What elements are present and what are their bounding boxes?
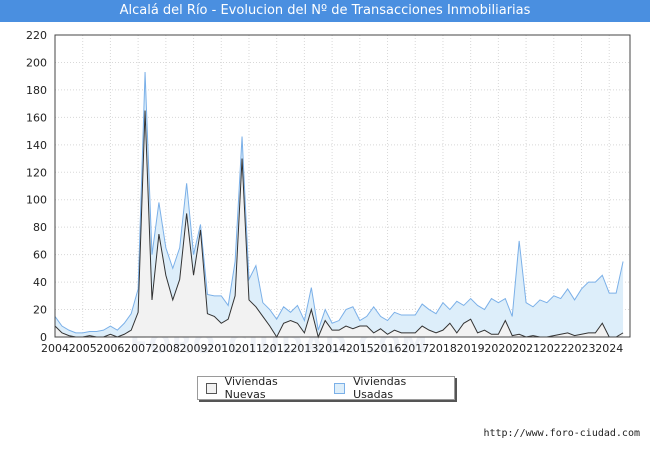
x-tick-label: 2024 <box>595 342 623 355</box>
y-tick-label: 100 <box>26 194 47 207</box>
x-tick-label: 2012 <box>263 342 291 355</box>
legend-swatch-usadas <box>334 382 346 394</box>
y-tick-label: 160 <box>26 111 47 124</box>
x-tick-label: 2009 <box>180 342 208 355</box>
legend-swatch-nuevas <box>206 382 217 394</box>
x-tick-label: 2010 <box>207 342 235 355</box>
x-tick-label: 2018 <box>429 342 457 355</box>
x-tick-label: 2007 <box>124 342 152 355</box>
x-tick-label: 2020 <box>484 342 512 355</box>
y-tick-label: 220 <box>26 29 47 42</box>
x-tick-label: 2004 <box>41 342 69 355</box>
x-tick-label: 2014 <box>318 342 346 355</box>
legend-label-usadas: Viviendas Usadas <box>353 375 407 401</box>
x-tick-label: 2017 <box>401 342 429 355</box>
x-tick-label: 2011 <box>235 342 263 355</box>
y-tick-label: 120 <box>26 166 47 179</box>
y-tick-label: 140 <box>26 139 47 152</box>
y-tick-label: 180 <box>26 84 47 97</box>
x-tick-label: 2022 <box>540 342 568 355</box>
legend-item-usadas: Viviendas Usadas <box>334 375 446 401</box>
x-tick-label: 2023 <box>568 342 596 355</box>
y-tick-label: 20 <box>33 304 47 317</box>
legend-item-nuevas: Viviendas Nuevas <box>206 375 318 401</box>
source-link[interactable]: http://www.foro-ciudad.com <box>483 428 640 439</box>
y-tick-label: 40 <box>33 276 47 289</box>
y-tick-label: 200 <box>26 56 47 69</box>
x-tick-label: 2005 <box>69 342 97 355</box>
y-tick-label: 60 <box>33 249 47 262</box>
x-tick-label: 2019 <box>457 342 485 355</box>
legend-label-nuevas: Viviendas Nuevas <box>224 375 278 401</box>
x-tick-label: 2006 <box>96 342 124 355</box>
x-tick-label: 2013 <box>290 342 318 355</box>
x-tick-label: 2021 <box>512 342 540 355</box>
y-tick-label: 80 <box>33 221 47 234</box>
legend: Viviendas Nuevas Viviendas Usadas <box>197 375 455 401</box>
x-tick-label: 2016 <box>374 342 402 355</box>
x-tick-label: 2015 <box>346 342 374 355</box>
x-tick-label: 2008 <box>152 342 180 355</box>
